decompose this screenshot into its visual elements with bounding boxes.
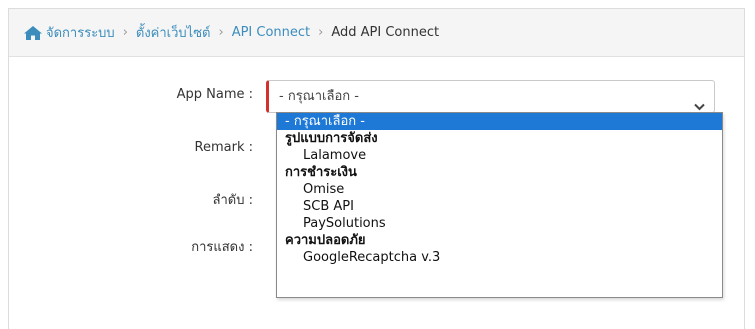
dropdown-group-security: ความปลอดภัย (285, 233, 366, 248)
app-name-select[interactable]: - กรุณาเลือก - (266, 80, 715, 113)
chevron-down-icon (694, 92, 705, 111)
home-icon[interactable] (23, 25, 43, 41)
dropdown-option-paysolutions[interactable]: PaySolutions (277, 215, 722, 232)
app-name-select-value: - กรุณาเลือก - (279, 89, 359, 104)
breadcrumb: จัดการระบบ › ตั้งค่าเว็บไซต์ › API Conne… (9, 9, 744, 57)
dropdown-option-lalamove[interactable]: Lalamove (277, 147, 722, 164)
breadcrumb-website-settings[interactable]: ตั้งค่าเว็บไซต์ (136, 22, 211, 43)
breadcrumb-system[interactable]: จัดการระบบ (46, 22, 115, 43)
order-label: ลำดับ : (212, 193, 253, 208)
chevron-right-icon: › (122, 25, 128, 40)
dropdown-option-scb-api[interactable]: SCB API (277, 198, 722, 215)
breadcrumb-api-connect[interactable]: API Connect (232, 25, 310, 40)
app-name-label: App Name : (176, 87, 253, 102)
dropdown-option-omise[interactable]: Omise (277, 181, 722, 198)
dropdown-option-placeholder[interactable]: - กรุณาเลือก - (277, 113, 722, 130)
chevron-right-icon: › (318, 25, 324, 40)
dropdown-group-payment: การชำระเงิน (285, 165, 357, 180)
dropdown-option-google-recaptcha[interactable]: GoogleRecaptcha v.3 (277, 249, 722, 266)
remark-label: Remark : (194, 140, 253, 155)
dropdown-group-shipping: รูปแบบการจัดส่ง (285, 131, 378, 146)
breadcrumb-current: Add API Connect (331, 25, 440, 40)
app-name-dropdown-list[interactable]: - กรุณาเลือก - รูปแบบการจัดส่ง Lalamove … (276, 112, 723, 298)
app-name-row: App Name : - กรุณาเลือก - (0, 80, 755, 113)
display-label: การแสดง : (191, 240, 253, 255)
chevron-right-icon: › (218, 25, 224, 40)
